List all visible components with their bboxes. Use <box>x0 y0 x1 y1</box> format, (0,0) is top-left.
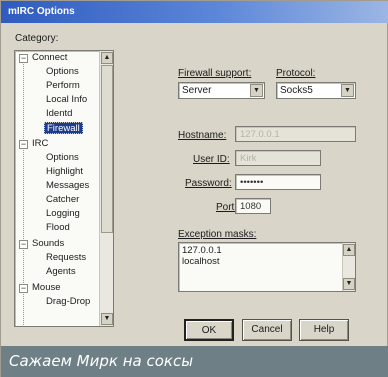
tree-item-identd[interactable]: Identd <box>46 108 72 120</box>
exceptions-scrollbar[interactable]: ▲ ▼ <box>342 243 355 291</box>
port-input[interactable]: 1080 <box>235 198 271 214</box>
firewall-support-label: Firewall support: <box>178 68 252 79</box>
tree-item-flood[interactable]: Flood <box>46 222 70 234</box>
tree-scroll-thumb[interactable] <box>101 65 113 233</box>
expander-mouse[interactable]: − <box>19 284 28 293</box>
password-label: Password: <box>185 178 232 189</box>
window-title: mIRC Options <box>8 6 75 17</box>
tree-item-local-info[interactable]: Local Info <box>46 94 87 106</box>
hostname-input[interactable]: 127.0.0.1 <box>235 126 356 142</box>
scroll-down-icon[interactable]: ▼ <box>343 278 355 290</box>
expander-sounds[interactable]: − <box>19 240 28 249</box>
tree-item-logging[interactable]: Logging <box>46 208 80 220</box>
scroll-up-icon[interactable]: ▲ <box>101 52 113 64</box>
firewall-support-value: Server <box>182 85 212 96</box>
tree-item-drag-drop[interactable]: Drag-Drop <box>46 296 90 308</box>
protocol-select[interactable]: Socks5 ▼ <box>276 82 356 99</box>
tree-item-messages[interactable]: Messages <box>46 180 89 192</box>
tree-item-irc[interactable]: IRC <box>32 138 48 150</box>
tree-item-connect[interactable]: Connect <box>32 52 67 64</box>
tree-item-sounds[interactable]: Sounds <box>32 238 64 250</box>
exception-masks-textarea[interactable]: 127.0.0.1 localhost ▲ ▼ <box>178 242 356 292</box>
tree-item-connect-options[interactable]: Options <box>46 66 79 78</box>
image-caption: Сажаем Мирк на соксы <box>1 346 388 377</box>
options-dialog: mIRC Options Category: − Connect Options… <box>0 0 388 377</box>
tree-item-mouse[interactable]: Mouse <box>32 282 61 294</box>
category-tree[interactable]: − Connect Options Perform Local Info Ide… <box>14 50 114 327</box>
chevron-down-icon[interactable]: ▼ <box>250 84 263 97</box>
hostname-label: Hostname: <box>178 130 227 141</box>
protocol-label: Protocol: <box>276 68 316 79</box>
exception-mask-line: localhost <box>182 256 220 267</box>
title-bar[interactable]: mIRC Options <box>1 1 388 23</box>
category-label: Category: <box>15 33 59 44</box>
tree-scrollbar[interactable]: ▲ ▼ <box>99 51 113 326</box>
tree-item-perform[interactable]: Perform <box>46 80 80 92</box>
chevron-down-icon[interactable]: ▼ <box>341 84 354 97</box>
expander-irc[interactable]: − <box>19 140 28 149</box>
protocol-value: Socks5 <box>280 85 313 96</box>
ok-button[interactable]: OK <box>184 319 234 341</box>
scroll-up-icon[interactable]: ▲ <box>343 244 355 256</box>
tree-item-catcher[interactable]: Catcher <box>46 194 79 206</box>
tree-item-firewall[interactable]: Firewall <box>44 122 83 134</box>
user-id-label: User ID: <box>193 154 230 165</box>
exception-mask-line: 127.0.0.1 <box>182 245 222 256</box>
tree-item-irc-options[interactable]: Options <box>46 152 79 164</box>
tree-item-requests[interactable]: Requests <box>46 252 86 264</box>
help-button[interactable]: Help <box>299 319 349 341</box>
firewall-support-select[interactable]: Server ▼ <box>178 82 265 99</box>
cancel-button[interactable]: Cancel <box>242 319 292 341</box>
password-input[interactable]: ••••••• <box>235 174 321 190</box>
exception-masks-label: Exception masks: <box>178 229 257 240</box>
expander-connect[interactable]: − <box>19 54 28 63</box>
tree-item-highlight[interactable]: Highlight <box>46 166 83 178</box>
user-id-input[interactable]: Kirk <box>235 150 321 166</box>
tree-item-agents[interactable]: Agents <box>46 266 76 278</box>
scroll-down-icon[interactable]: ▼ <box>101 313 113 325</box>
port-label: Port: <box>216 202 238 213</box>
